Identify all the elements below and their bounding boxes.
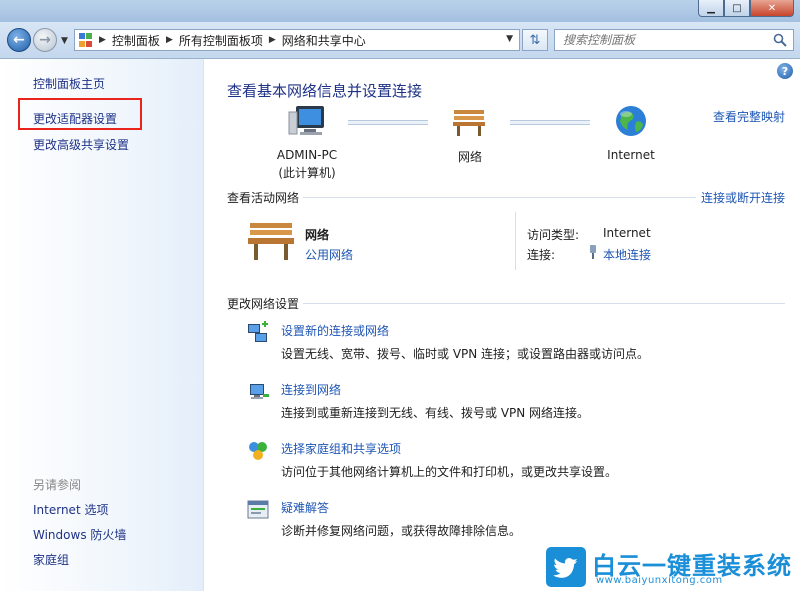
- refresh-icon: ⇅: [529, 32, 541, 48]
- watermark-url: www.baiyunxitong.com: [596, 575, 723, 586]
- forward-button[interactable]: →: [33, 28, 57, 52]
- sidebar-item-home[interactable]: 控制面板主页: [33, 75, 105, 92]
- window-controls: ▁ □ ✕: [698, 0, 794, 18]
- task-desc-new-connection: 设置无线、宽带、拨号、临时或 VPN 连接；或设置路由器或访问点。: [281, 347, 650, 361]
- maximize-button[interactable]: □: [724, 0, 750, 17]
- close-button[interactable]: ✕: [750, 0, 794, 17]
- navigation-bar: ← → ▼ ▶ 控制面板 ▶ 所有控制面板项 ▶ 网络和共享中心 ▼ ⇅: [0, 22, 800, 59]
- internet-globe-icon[interactable]: [614, 104, 648, 138]
- network-bench-icon: [248, 223, 294, 260]
- see-also-firewall[interactable]: Windows 防火墙: [33, 526, 126, 543]
- breadcrumb-network-center[interactable]: 网络和共享中心: [282, 32, 366, 49]
- section-divider: [303, 303, 785, 304]
- network-bench-icon[interactable]: [451, 107, 487, 137]
- connection-label: 连接:: [527, 248, 556, 262]
- homegroup-icon[interactable]: [246, 439, 270, 463]
- change-settings-title: 更改网络设置: [227, 297, 300, 311]
- minimize-button[interactable]: ▁: [698, 0, 724, 17]
- chevron-down-icon[interactable]: ▼: [506, 34, 513, 44]
- map-internet-label: Internet: [607, 148, 655, 162]
- active-network-name: 网络: [305, 228, 330, 242]
- control-panel-icon: [79, 33, 93, 47]
- search-input[interactable]: [563, 31, 763, 49]
- vertical-divider: [515, 212, 516, 270]
- task-desc-homegroup: 访问位于其他网络计算机上的文件和打印机，或更改共享设置。: [281, 465, 618, 479]
- task-title-homegroup[interactable]: 选择家庭组和共享选项: [281, 440, 401, 457]
- see-also-title: 另请参阅: [33, 478, 82, 492]
- task-title-troubleshoot[interactable]: 疑难解答: [281, 499, 329, 516]
- see-also-internet-options[interactable]: Internet 选项: [33, 501, 108, 518]
- title-bar: ▁ □ ✕: [0, 0, 800, 22]
- see-also-homegroup[interactable]: 家庭组: [33, 551, 69, 568]
- breadcrumb-all-items[interactable]: 所有控制面板项: [179, 32, 263, 49]
- chevron-right-icon[interactable]: ▶: [269, 35, 276, 45]
- maximize-icon: □: [732, 2, 742, 14]
- access-type-value: Internet: [603, 226, 651, 240]
- connect-disconnect-link[interactable]: 连接或断开连接: [701, 189, 785, 206]
- chevron-right-icon[interactable]: ▶: [99, 35, 106, 45]
- map-link-line: [348, 120, 428, 125]
- connect-network-icon[interactable]: [246, 380, 270, 404]
- recent-pages-dropdown[interactable]: ▼: [61, 36, 68, 46]
- active-networks-title: 查看活动网络: [227, 191, 300, 205]
- computer-icon[interactable]: [286, 104, 328, 138]
- view-full-map-link[interactable]: 查看完整映射: [713, 108, 785, 125]
- arrow-left-icon: ←: [13, 32, 25, 48]
- map-computer-name: ADMIN-PC: [276, 148, 338, 162]
- page-title: 查看基本网络信息并设置连接: [227, 82, 423, 100]
- search-icon[interactable]: [773, 33, 787, 47]
- ethernet-icon: [590, 245, 596, 259]
- map-network-label: 网络: [457, 150, 482, 164]
- help-button[interactable]: ?: [777, 63, 793, 79]
- map-link-line: [510, 120, 590, 125]
- map-computer-sub: (此计算机): [278, 166, 336, 180]
- breadcrumb-control-panel[interactable]: 控制面板: [112, 32, 160, 49]
- chevron-right-icon[interactable]: ▶: [166, 35, 173, 45]
- troubleshoot-icon[interactable]: [246, 498, 270, 522]
- sidebar-item-advanced-sharing[interactable]: 更改高级共享设置: [33, 136, 129, 153]
- highlight-box: [18, 98, 142, 130]
- minimize-icon: ▁: [707, 2, 715, 14]
- refresh-button[interactable]: ⇅: [522, 29, 548, 51]
- back-button[interactable]: ←: [7, 28, 31, 52]
- access-type-label: 访问类型:: [527, 228, 580, 242]
- address-bar[interactable]: ▶ 控制面板 ▶ 所有控制面板项 ▶ 网络和共享中心 ▼: [74, 29, 520, 51]
- network-type-link[interactable]: 公用网络: [305, 246, 353, 263]
- section-divider: [303, 197, 696, 198]
- search-box[interactable]: [554, 29, 794, 51]
- twitter-bird-logo-icon: [546, 547, 586, 587]
- local-connection-link[interactable]: 本地连接: [603, 246, 651, 263]
- task-title-new-connection[interactable]: 设置新的连接或网络: [281, 322, 389, 339]
- task-desc-troubleshoot: 诊断并修复网络问题，或获得故障排除信息。: [281, 524, 522, 538]
- question-icon: ?: [781, 64, 789, 78]
- arrow-right-icon: →: [39, 32, 51, 48]
- close-icon: ✕: [767, 2, 777, 14]
- watermark: 白云一键重装系统 www.baiyunxitong.com: [546, 544, 800, 591]
- task-title-connect-network[interactable]: 连接到网络: [281, 381, 341, 398]
- task-desc-connect-network: 连接到或重新连接到无线、有线、拨号或 VPN 网络连接。: [281, 406, 590, 420]
- new-connection-icon[interactable]: [246, 321, 270, 345]
